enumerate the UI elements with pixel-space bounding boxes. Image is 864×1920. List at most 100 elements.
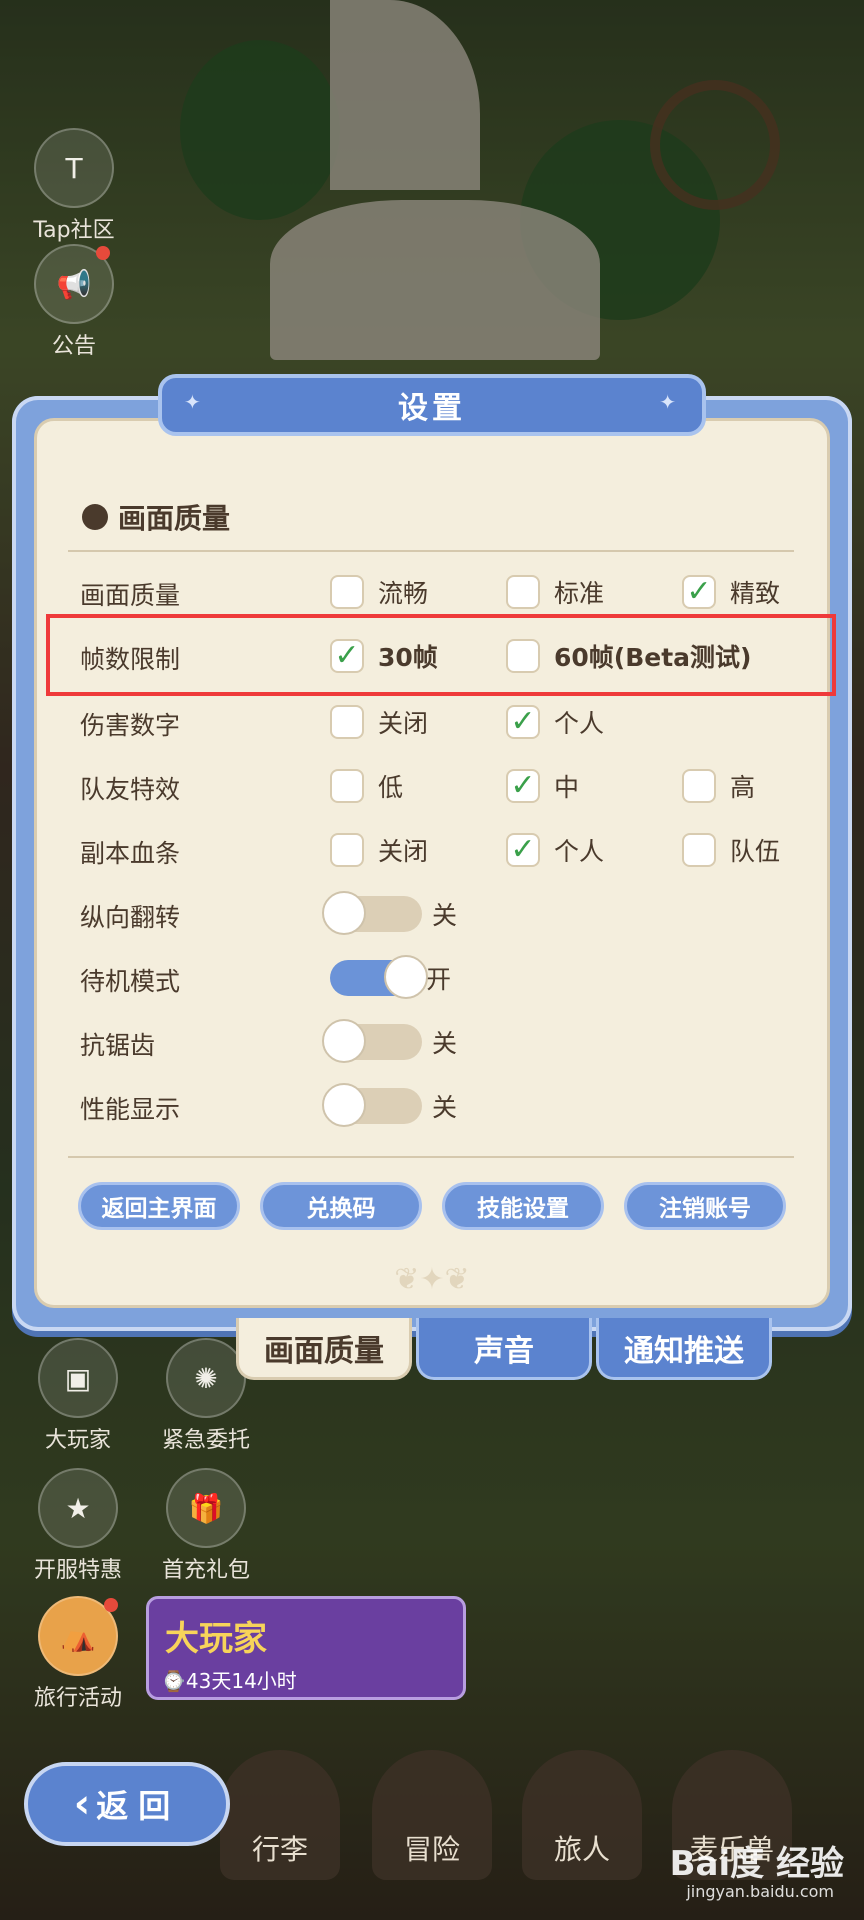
first-charge-button[interactable]: 🎁 首充礼包 <box>156 1468 256 1584</box>
checkbox[interactable] <box>330 769 364 803</box>
perf-row-label: 性能显示 <box>80 1095 181 1124</box>
promo-timer: ⌚43天14小时 <box>161 1669 297 1693</box>
option-label: 标准 <box>554 579 605 608</box>
travel-event-label: 旅行活动 <box>33 1686 122 1711</box>
option-label: 中 <box>554 773 580 802</box>
toggle-knob <box>322 891 366 935</box>
quality-fine-option[interactable]: ✓ 精致 <box>682 574 780 610</box>
checkbox[interactable] <box>330 833 364 867</box>
tab-quality[interactable]: 画面质量 <box>236 1318 412 1380</box>
option-label: 低 <box>378 773 404 802</box>
divider <box>68 550 794 552</box>
back-button[interactable]: ‹ 返回 <box>24 1762 230 1846</box>
checkbox[interactable] <box>330 575 364 609</box>
urgent-task-label: 紧急委托 <box>161 1428 250 1453</box>
server-deal-button[interactable]: ★ 开服特惠 <box>28 1468 128 1584</box>
teammate-low-option[interactable]: 低 <box>330 768 403 804</box>
settings-title-bar: ✦ 设置 ✦ <box>158 374 706 436</box>
toggle-knob <box>322 1019 366 1063</box>
option-label: 个人 <box>554 837 605 866</box>
notice-label: 公告 <box>51 334 96 359</box>
damage-row-label: 伤害数字 <box>80 711 181 740</box>
back-arrow-icon: ‹ <box>73 1781 91 1827</box>
hpbar-team-option[interactable]: 队伍 <box>682 832 780 868</box>
flip-toggle[interactable]: 关 <box>322 891 458 935</box>
nav-traveler[interactable]: 旅人 <box>522 1750 642 1880</box>
star-icon: ✦ <box>659 390 680 414</box>
nav-luggage-label: 行李 <box>251 1833 308 1866</box>
toggle-track[interactable] <box>322 1083 422 1127</box>
logout-button[interactable]: 注销账号 <box>624 1182 786 1230</box>
back-label: 返回 <box>96 1787 181 1825</box>
teammate-high-option[interactable]: 高 <box>682 768 755 804</box>
option-label: 队伍 <box>730 837 781 866</box>
fps-30-option[interactable]: ✓ 30帧 <box>330 638 438 674</box>
checkbox[interactable] <box>506 639 540 673</box>
first-charge-label: 首充礼包 <box>161 1558 250 1583</box>
skill-settings-button[interactable]: 技能设置 <box>442 1182 604 1230</box>
toggle-knob <box>322 1083 366 1127</box>
checkbox[interactable] <box>682 833 716 867</box>
settings-title: 设置 <box>398 391 466 426</box>
hpbar-personal-option[interactable]: ✓ 个人 <box>506 832 604 868</box>
toggle-state: 关 <box>432 901 458 930</box>
toggle-state: 关 <box>432 1093 458 1122</box>
toggle-state: 开 <box>426 965 452 994</box>
option-label: 流畅 <box>378 579 429 608</box>
travel-badge <box>104 1598 118 1612</box>
toggle-track[interactable] <box>322 891 422 935</box>
option-label: 关闭 <box>378 837 429 866</box>
travel-event-button[interactable]: ⛺ 旅行活动 <box>28 1596 128 1712</box>
nav-adventure-label: 冒险 <box>403 1833 460 1866</box>
hpbar-off-option[interactable]: 关闭 <box>330 832 428 868</box>
quality-smooth-option[interactable]: 流畅 <box>330 574 428 610</box>
tv-icon: ▣ <box>38 1338 118 1418</box>
checkbox-checked[interactable]: ✓ <box>506 705 540 739</box>
toggle-track[interactable] <box>330 955 428 999</box>
redeem-code-button[interactable]: 兑换码 <box>260 1182 422 1230</box>
checkbox-checked[interactable]: ✓ <box>506 769 540 803</box>
checkbox-checked[interactable]: ✓ <box>506 833 540 867</box>
shop-icon: ★ <box>38 1468 118 1548</box>
toggle-track[interactable] <box>322 1019 422 1063</box>
quality-standard-option[interactable]: 标准 <box>506 574 604 610</box>
notice-button[interactable]: 📢 公告 <box>24 244 124 360</box>
section-header: 画面质量 <box>82 497 230 537</box>
option-label: 关闭 <box>378 709 429 738</box>
fps-row-label: 帧数限制 <box>80 645 181 674</box>
fps-60-option[interactable]: 60帧(Beta测试) <box>506 638 751 674</box>
nav-adventure[interactable]: 冒险 <box>372 1750 492 1880</box>
checkbox[interactable] <box>506 575 540 609</box>
checkbox-checked[interactable]: ✓ <box>330 639 364 673</box>
notice-badge <box>96 246 110 260</box>
option-label: 精致 <box>730 579 781 608</box>
tab-sound[interactable]: 声音 <box>416 1318 592 1380</box>
tap-community-button[interactable]: T Tap社区 <box>24 128 124 244</box>
perf-toggle[interactable]: 关 <box>322 1083 458 1127</box>
tap-community-label: Tap社区 <box>33 218 115 243</box>
checkbox[interactable] <box>682 769 716 803</box>
promo-title: 大玩家 <box>165 1619 267 1659</box>
option-label: 30帧 <box>378 643 438 672</box>
damage-off-option[interactable]: 关闭 <box>330 704 428 740</box>
damage-personal-option[interactable]: ✓ 个人 <box>506 704 604 740</box>
standby-toggle[interactable]: 开 <box>330 955 452 999</box>
return-home-button[interactable]: 返回主界面 <box>78 1182 240 1230</box>
checkbox-checked[interactable]: ✓ <box>682 575 716 609</box>
tab-notification[interactable]: 通知推送 <box>596 1318 772 1380</box>
gift-icon: 🎁 <box>166 1468 246 1548</box>
teammate-row-label: 队友特效 <box>80 775 181 804</box>
divider <box>68 1156 794 1158</box>
nav-luggage[interactable]: 行李 <box>220 1750 340 1880</box>
teammate-mid-option[interactable]: ✓ 中 <box>506 768 579 804</box>
checkbox[interactable] <box>330 705 364 739</box>
standby-row-label: 待机模式 <box>80 967 181 996</box>
candy-icon: ✺ <box>166 1338 246 1418</box>
antialias-toggle[interactable]: 关 <box>322 1019 457 1063</box>
promo-banner[interactable]: 大玩家 ⌚43天14小时 <box>146 1596 466 1700</box>
watermark-url: jingyan.baidu.com <box>686 1882 834 1901</box>
ornament-icon: ❦✦❦ <box>394 1262 470 1297</box>
big-player-button[interactable]: ▣ 大玩家 <box>28 1338 128 1454</box>
option-label: 60帧(Beta测试) <box>554 643 752 672</box>
tap-icon: T <box>34 128 114 208</box>
